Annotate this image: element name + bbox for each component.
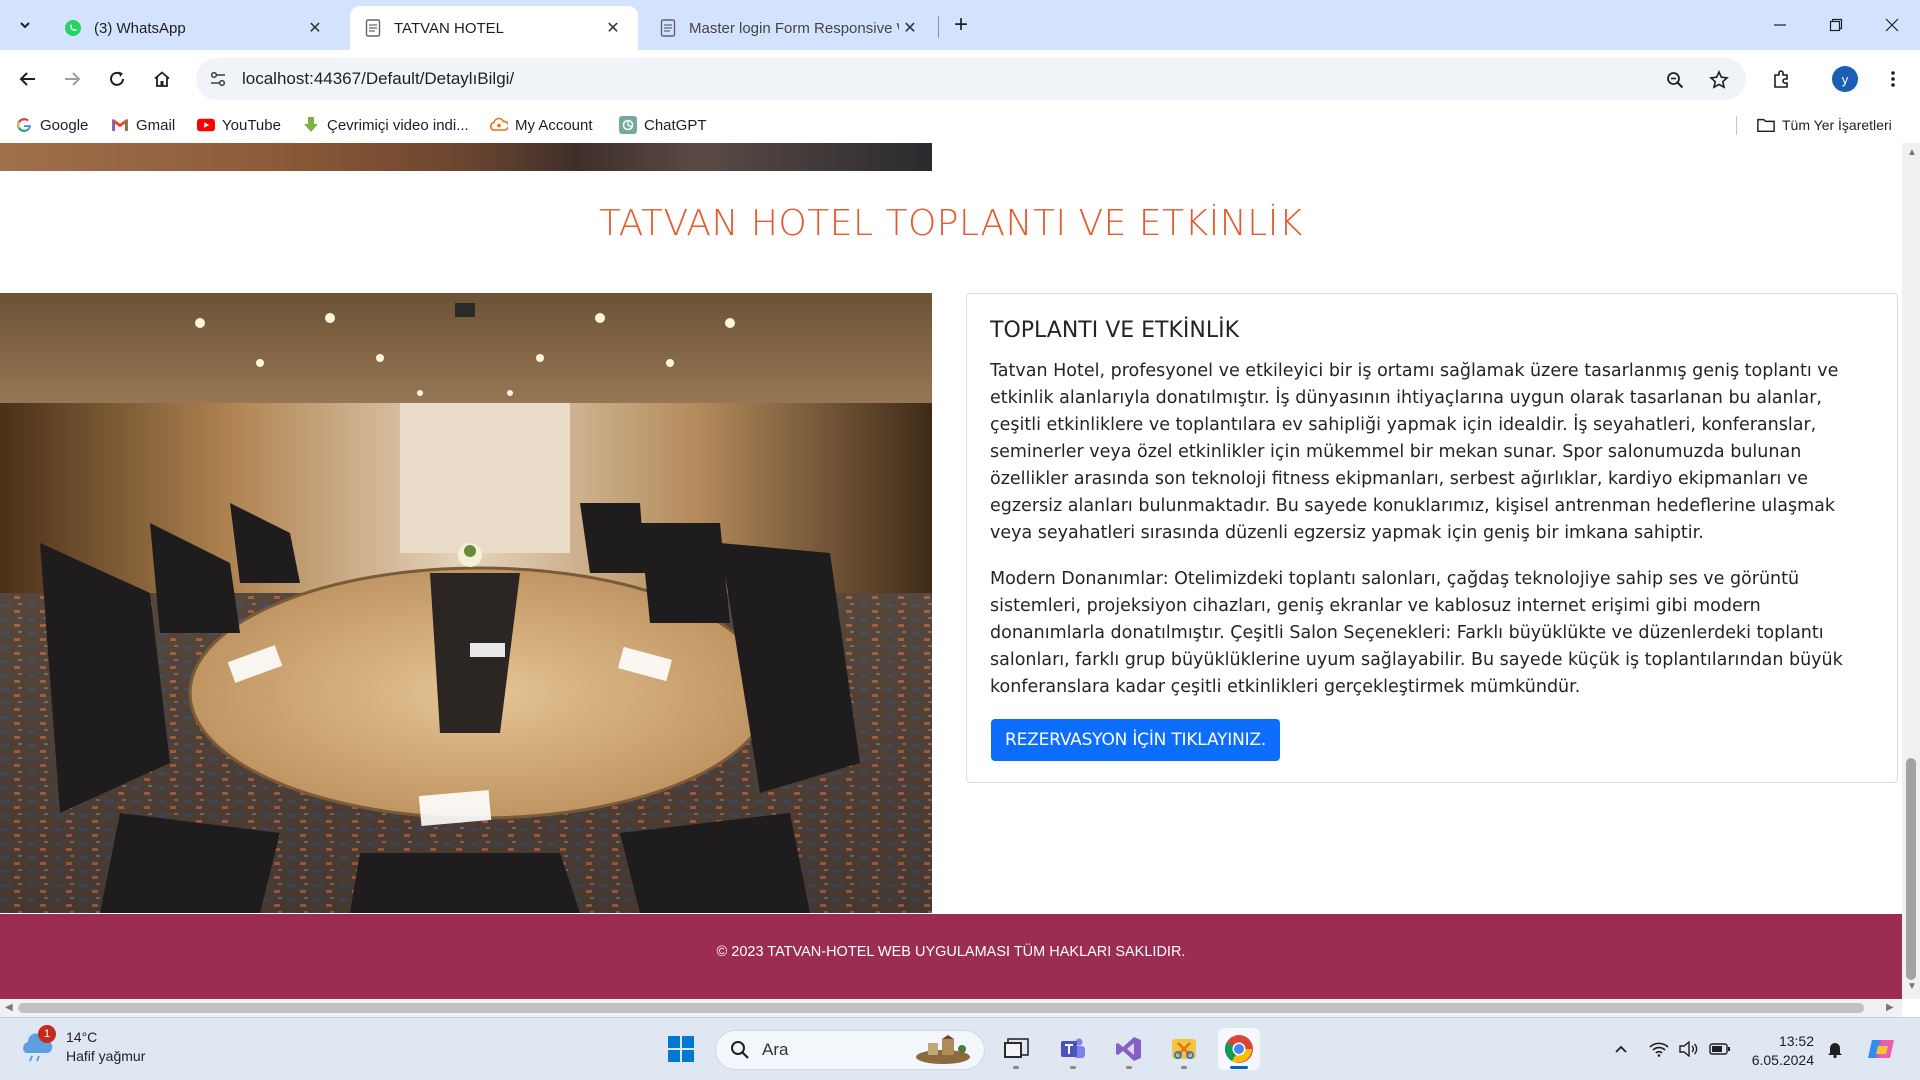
tab-title: (3) WhatsApp [94, 19, 186, 37]
snipping-tool-icon[interactable] [1163, 1028, 1205, 1070]
close-tab-icon[interactable]: ✕ [602, 17, 624, 39]
system-clock[interactable]: 13:52 6.05.2024 [1742, 1032, 1814, 1070]
tab-master-login[interactable]: Master login Form Responsive W ✕ [645, 6, 935, 50]
tab-title: Master login Form Responsive W [689, 19, 899, 37]
show-hidden-icons-chevron-icon[interactable] [1610, 1038, 1632, 1060]
minimize-icon[interactable] [1752, 0, 1808, 50]
close-tab-icon[interactable]: ✕ [304, 17, 326, 39]
browser-tab-bar: (3) WhatsApp ✕ TATVAN HOTEL ✕ Master log… [0, 0, 1920, 50]
tab-tatvan-hotel[interactable]: TATVAN HOTEL ✕ [350, 6, 638, 50]
start-icon[interactable] [660, 1028, 702, 1070]
page-viewport: TATVAN HOTEL TOPLANTI VE ETKİNLİK TOPLAN… [0, 143, 1902, 999]
bookmark-label: Gmail [136, 116, 176, 134]
previous-section-image-bottom [0, 143, 932, 171]
copilot-icon[interactable] [1864, 1032, 1898, 1066]
chatgpt-icon [619, 116, 637, 134]
card-paragraph-2: Modern Donanımlar: Otelimizdeki toplantı… [990, 569, 1843, 697]
card-title: TOPLANTI VE ETKİNLİK [990, 318, 1240, 343]
tab-search-dropdown-icon[interactable] [10, 10, 40, 40]
bookmark-label: YouTube [222, 116, 281, 134]
taskbar-search-box[interactable]: Ara [715, 1030, 985, 1070]
bookmarks-divider [1736, 116, 1737, 135]
extensions-icon[interactable] [1766, 63, 1798, 95]
browser-toolbar: localhost:44367/Default/DetaylıBilgi/ y [0, 50, 1920, 108]
visual-studio-icon[interactable] [1108, 1028, 1150, 1070]
search-placeholder: Ara [762, 1040, 789, 1059]
copyright-text: © 2023 TATVAN-HOTEL WEB UYGULAMASI TÜM H… [716, 944, 1186, 960]
clock-time: 13:52 [1778, 1033, 1814, 1049]
wifi-icon[interactable] [1648, 1038, 1670, 1060]
chrome-icon[interactable] [1218, 1028, 1260, 1070]
weather-widget[interactable]: 1 14°C Hafif yağmur [20, 1025, 146, 1066]
close-tab-icon[interactable]: ✕ [899, 17, 921, 39]
search-icon [731, 1041, 749, 1059]
page-icon [364, 19, 382, 37]
card-paragraph-1: Tatvan Hotel, profesyonel ve etkileyici … [990, 361, 1839, 543]
windows-taskbar: 1 14°C Hafif yağmur Ara 13:52 6.05.2024 [0, 1017, 1920, 1080]
youtube-icon [197, 116, 215, 134]
more-menu-icon[interactable] [1877, 63, 1909, 95]
search-highlight-icon [916, 1035, 970, 1064]
restore-icon[interactable] [1808, 0, 1864, 50]
bookmark-my-account[interactable]: My Account [490, 114, 593, 136]
bookmark-video-downloader[interactable]: Çevrimiçi video indi... [302, 114, 469, 136]
zoom-icon[interactable] [1662, 67, 1688, 93]
page-icon [659, 19, 677, 37]
tab-title: TATVAN HOTEL [394, 19, 505, 37]
bookmark-youtube[interactable]: YouTube [197, 114, 281, 136]
close-window-icon[interactable] [1864, 0, 1920, 50]
bookmark-star-icon[interactable] [1706, 67, 1732, 93]
bookmarks-bar: Google Gmail YouTube Çevrimiçi video ind… [0, 108, 1920, 143]
weather-badge: 1 [38, 1025, 56, 1043]
file-explorer-icon[interactable] [995, 1028, 1037, 1070]
profile-avatar[interactable]: y [1832, 66, 1858, 92]
home-icon[interactable] [146, 63, 178, 95]
back-arrow-icon[interactable] [12, 63, 44, 95]
url-text[interactable]: localhost:44367/Default/DetaylıBilgi/ [242, 69, 514, 89]
scroll-right-arrow-icon[interactable]: ▶ [1886, 1002, 1894, 1013]
meeting-info-card: TOPLANTI VE ETKİNLİK Tatvan Hotel, profe… [966, 293, 1898, 783]
account-icon [490, 116, 508, 134]
weather-rain-icon: 1 [20, 1025, 56, 1065]
teams-icon[interactable] [1052, 1028, 1094, 1070]
download-icon [302, 116, 320, 134]
tab-separator [938, 16, 939, 38]
page-footer: © 2023 TATVAN-HOTEL WEB UYGULAMASI TÜM H… [0, 914, 1902, 999]
address-bar[interactable]: localhost:44367/Default/DetaylıBilgi/ [196, 58, 1746, 100]
weather-temp: 14°C [66, 1029, 98, 1045]
site-info-icon[interactable] [206, 67, 230, 91]
scroll-left-arrow-icon[interactable]: ◀ [5, 1002, 13, 1013]
new-tab-plus-icon[interactable]: + [946, 10, 976, 40]
volume-icon[interactable] [1678, 1038, 1700, 1060]
gmail-icon [111, 116, 129, 134]
bookmark-label: ChatGPT [644, 116, 707, 134]
vertical-scroll-thumb[interactable] [1906, 758, 1916, 980]
reservation-button[interactable]: REZERVASYON İÇİN TIKLAYINIZ. [991, 719, 1281, 761]
bookmark-label: My Account [515, 116, 593, 134]
bookmark-label: Google [40, 116, 89, 134]
forward-arrow-icon[interactable] [56, 63, 88, 95]
tab-whatsapp[interactable]: (3) WhatsApp ✕ [50, 6, 340, 50]
folder-icon [1757, 116, 1775, 134]
bookmark-label: Çevrimiçi video indi... [327, 116, 469, 134]
whatsapp-icon [64, 19, 82, 37]
horizontal-scrollbar[interactable]: ◀ ▶ [0, 999, 1902, 1017]
page-title: TATVAN HOTEL TOPLANTI VE ETKİNLİK [599, 203, 1303, 244]
reload-icon[interactable] [101, 63, 133, 95]
weather-condition: Hafif yağmur [66, 1048, 146, 1064]
scroll-down-arrow-icon[interactable]: ▼ [1907, 981, 1917, 992]
bookmark-gmail[interactable]: Gmail [111, 114, 175, 136]
clock-date: 6.05.2024 [1751, 1052, 1814, 1068]
vertical-scrollbar[interactable]: ▲ ▼ [1902, 143, 1920, 999]
bookmark-google[interactable]: Google [15, 114, 88, 136]
battery-icon[interactable] [1708, 1038, 1732, 1060]
horizontal-scroll-thumb[interactable] [18, 1003, 1864, 1013]
bookmark-label: Tüm Yer İşaretleri [1782, 117, 1892, 133]
all-bookmarks-folder[interactable]: Tüm Yer İşaretleri [1757, 114, 1892, 136]
meeting-room-image [0, 293, 932, 913]
google-icon [15, 116, 33, 134]
notification-bell-icon[interactable] [1824, 1038, 1846, 1060]
bookmark-chatgpt[interactable]: ChatGPT [619, 114, 707, 136]
scroll-up-arrow-icon[interactable]: ▲ [1907, 147, 1917, 158]
